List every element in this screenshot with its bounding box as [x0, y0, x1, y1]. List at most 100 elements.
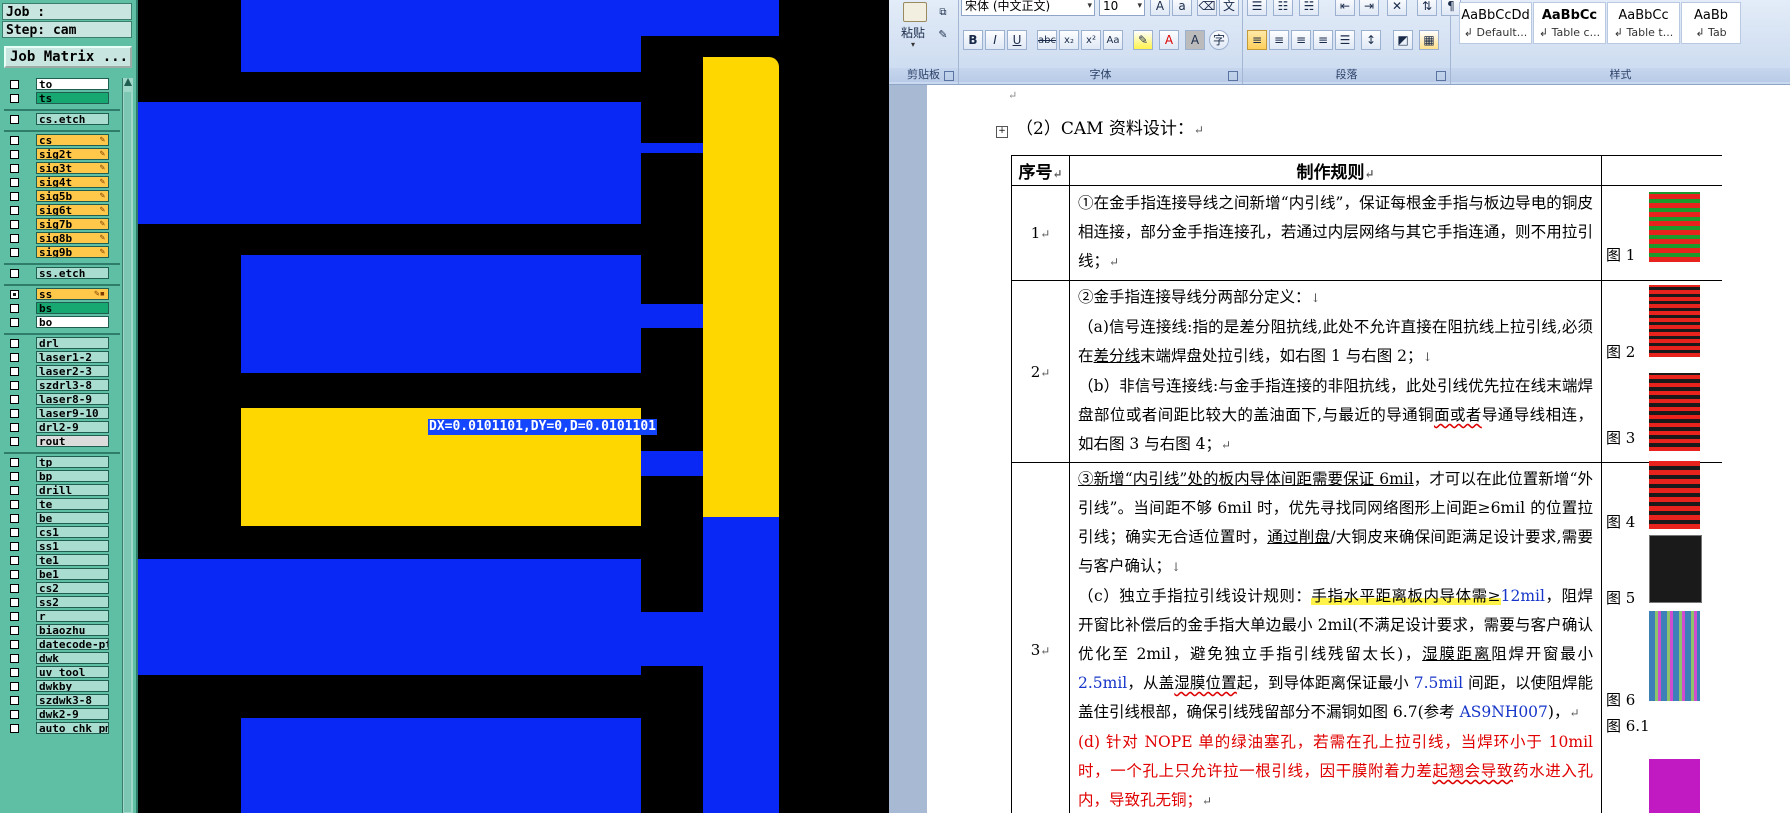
layer-name[interactable]: bo	[36, 316, 109, 328]
layer-row[interactable]: r	[2, 610, 120, 622]
layer-name[interactable]: drl	[36, 337, 109, 349]
style-table-caption[interactable]: AaBbCc ↲ Table c...	[1533, 2, 1606, 44]
layer-name[interactable]: sig2t ✎	[36, 148, 109, 160]
distribute-icon[interactable]: ☰	[1335, 30, 1355, 50]
layer-checkbox[interactable]	[10, 710, 19, 719]
layer-name[interactable]: bp	[36, 470, 109, 482]
layer-row[interactable]: laser9-10	[2, 407, 120, 419]
layer-checkbox[interactable]	[10, 458, 19, 467]
document-area[interactable]: ↵ + （2）CAM 资料设计：↵ 序号↵ 制作规则↵ 1↵ ①在金手指连接导线…	[889, 85, 1790, 813]
layer-checkbox[interactable]	[10, 318, 19, 327]
layer-name[interactable]: sig9b ✎	[36, 246, 109, 258]
layer-row[interactable]: sig3t ✎	[2, 162, 120, 174]
shading-icon[interactable]: ◩	[1393, 30, 1413, 50]
copy-icon[interactable]: ⧉	[935, 6, 951, 22]
layer-name[interactable]: uv_tool	[36, 666, 109, 678]
subscript-icon[interactable]: x₂	[1059, 30, 1079, 50]
layer-name[interactable]: szdwk3-8	[36, 694, 109, 706]
layer-name[interactable]: biaozhu	[36, 624, 109, 636]
layer-checkbox[interactable]	[10, 136, 19, 145]
layer-row[interactable]: szdwk3-8	[2, 694, 120, 706]
layer-checkbox[interactable]	[10, 80, 19, 89]
layer-name[interactable]: cs2	[36, 582, 109, 594]
borders-icon[interactable]: ▦	[1419, 30, 1439, 50]
grow-font-icon[interactable]: A	[1150, 0, 1170, 16]
layer-name[interactable]: cs1	[36, 526, 109, 538]
rule-text-1[interactable]: ①在金手指连接导线之间新增“内引线”，保证每根金手指与板边导电的铜皮相连接，部分…	[1069, 185, 1602, 281]
layer-name[interactable]: dwkby	[36, 680, 109, 692]
layer-row[interactable]: to	[2, 78, 120, 90]
layer-checkbox[interactable]	[10, 612, 19, 621]
layer-row[interactable]: datecode-ptc	[2, 638, 120, 650]
layer-name[interactable]: cs ✎	[36, 134, 109, 146]
italic-icon[interactable]: I	[985, 30, 1005, 50]
layer-name[interactable]: cs.etch	[36, 113, 109, 125]
layer-checkbox[interactable]	[10, 269, 19, 278]
layer-checkbox[interactable]	[10, 584, 19, 593]
layer-row[interactable]: ss.etch	[2, 267, 120, 279]
layer-checkbox[interactable]	[10, 248, 19, 257]
layer-checkbox[interactable]	[10, 367, 19, 376]
layer-checkbox[interactable]	[10, 206, 19, 215]
layer-name[interactable]: datecode-ptc	[36, 638, 109, 650]
paste-button-label[interactable]: 粘贴	[901, 24, 925, 41]
layer-row[interactable]: uv_tool	[2, 666, 120, 678]
superscript-icon[interactable]: x²	[1081, 30, 1101, 50]
rule-text-3[interactable]: ③新增“内引线”处的板内导体间距需要保证 6mil，才可以在此位置新增“外引线”…	[1069, 462, 1602, 813]
layer-checkbox[interactable]	[10, 724, 19, 733]
layer-row[interactable]: bp	[2, 470, 120, 482]
layer-checkbox[interactable]	[10, 381, 19, 390]
layer-row[interactable]: be	[2, 512, 120, 524]
layer-name[interactable]: te1	[36, 554, 109, 566]
layer-name[interactable]: bs	[36, 302, 109, 314]
layer-row[interactable]: cs1	[2, 526, 120, 538]
layer-name[interactable]: to	[36, 78, 109, 90]
layer-row[interactable]: ss1	[2, 540, 120, 552]
highlight-icon[interactable]: ✎	[1133, 30, 1153, 50]
style-default[interactable]: AaBbCcDd ↲ Default...	[1459, 2, 1532, 44]
layer-name[interactable]: ts	[36, 92, 109, 104]
change-case-icon[interactable]: Aa	[1103, 30, 1123, 50]
layer-row[interactable]: te	[2, 498, 120, 510]
layer-row[interactable]: laser8-9	[2, 393, 120, 405]
layer-row[interactable]: laser2-3	[2, 365, 120, 377]
layer-checkbox[interactable]	[10, 640, 19, 649]
clear-format-icon[interactable]: ⌫	[1197, 0, 1217, 16]
line-spacing-icon[interactable]: ↕	[1361, 30, 1381, 50]
multilevel-list-icon[interactable]: ☵	[1299, 0, 1319, 16]
pinyin-icon[interactable]: 文	[1219, 0, 1239, 16]
layer-name[interactable]: szdrl3-8	[36, 379, 109, 391]
layer-checkbox[interactable]	[10, 409, 19, 418]
scroll-thumb[interactable]	[124, 92, 131, 812]
layer-row[interactable]: szdrl3-8	[2, 379, 120, 391]
layer-name[interactable]: sig5b ✎	[36, 190, 109, 202]
layer-name[interactable]: sig3t ✎	[36, 162, 109, 174]
layer-checkbox[interactable]	[10, 304, 19, 313]
layer-row[interactable]: drl2-9	[2, 421, 120, 433]
layer-row[interactable]: sig5b ✎	[2, 190, 120, 202]
layer-checkbox[interactable]	[10, 486, 19, 495]
layer-name[interactable]: laser1-2	[36, 351, 109, 363]
layer-row[interactable]: rout	[2, 435, 120, 447]
layer-checkbox[interactable]	[10, 150, 19, 159]
layer-name[interactable]: tp	[36, 456, 109, 468]
layer-name[interactable]: te	[36, 498, 109, 510]
layer-row[interactable]: cs ✎	[2, 134, 120, 146]
layer-row[interactable]: dwk2-9	[2, 708, 120, 720]
layer-checkbox[interactable]	[10, 94, 19, 103]
layer-row[interactable]: te1	[2, 554, 120, 566]
layer-row[interactable]: dwkby	[2, 680, 120, 692]
layer-row[interactable]: be1	[2, 568, 120, 580]
layer-row[interactable]: bo	[2, 316, 120, 328]
layer-checkbox[interactable]	[10, 339, 19, 348]
char-shading-icon[interactable]: A	[1185, 30, 1205, 50]
layer-name[interactable]: r	[36, 610, 109, 622]
layer-checkbox[interactable]	[10, 542, 19, 551]
chinese-layout-icon[interactable]: ✕	[1387, 0, 1407, 16]
layer-name[interactable]: be	[36, 512, 109, 524]
bullets-icon[interactable]: ☰	[1247, 0, 1267, 16]
layer-checkbox[interactable]	[10, 423, 19, 432]
layer-row[interactable]: ts	[2, 92, 120, 104]
layer-checkbox[interactable]	[10, 626, 19, 635]
layer-checkbox[interactable]	[10, 178, 19, 187]
